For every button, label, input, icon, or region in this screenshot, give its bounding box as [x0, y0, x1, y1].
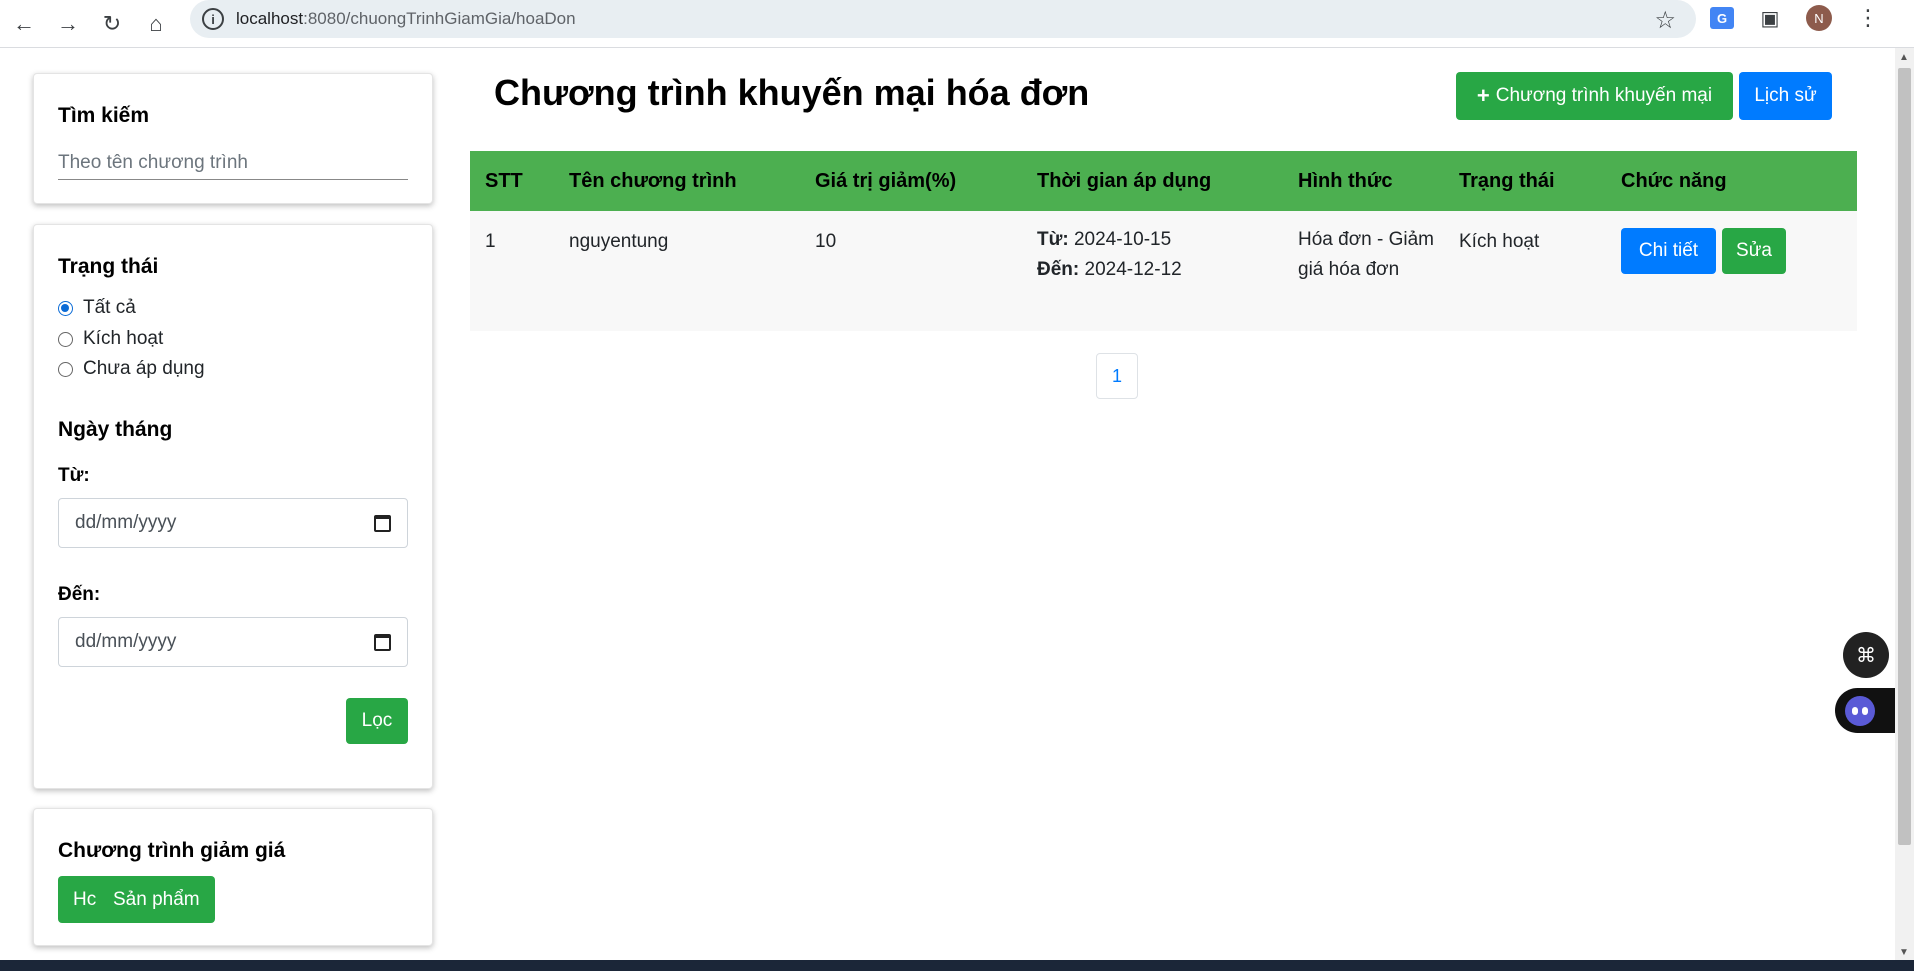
radio-status-not-applied[interactable]: Chưa áp dụng: [58, 358, 205, 380]
translate-icon[interactable]: G: [1710, 7, 1734, 29]
search-card: Tìm kiếm: [33, 73, 433, 204]
date-placeholder: dd/mm/yyyy: [75, 631, 177, 652]
to-date-label: Đến:: [1037, 259, 1080, 280]
header-type: Hình thức: [1298, 169, 1393, 192]
header-name: Tên chương trình: [569, 169, 737, 192]
cell-discount: 10: [815, 231, 837, 252]
cell-name: nguyentung: [569, 231, 669, 252]
calendar-icon[interactable]: [374, 633, 391, 651]
header-stt: STT: [485, 169, 523, 192]
promo-card: Chương trình giảm giá Hc Sản phẩm: [33, 808, 433, 946]
table-header: STT Tên chương trình Giá trị giảm(%) Thờ…: [470, 151, 1857, 211]
scrollbar[interactable]: ▲ ▼: [1895, 48, 1914, 960]
header-status: Trạng thái: [1459, 169, 1555, 192]
radio-status-active[interactable]: Kích hoạt: [58, 328, 163, 350]
extension-area: G ▣ N ⋮: [1710, 4, 1882, 32]
info-icon[interactable]: i: [202, 8, 224, 30]
header-discount: Giá trị giảm(%): [815, 169, 957, 192]
apps-grid-icon[interactable]: ⌘: [1843, 632, 1889, 678]
header-actions: Chức năng: [1621, 169, 1727, 192]
from-date-label: Từ:: [1037, 229, 1069, 250]
search-title: Tìm kiếm: [58, 104, 150, 127]
radio-button[interactable]: [58, 361, 73, 377]
history-button[interactable]: Lịch sử: [1739, 72, 1832, 120]
scroll-down-icon[interactable]: ▼: [1899, 947, 1909, 958]
back-icon[interactable]: ←: [2, 6, 46, 42]
cell-period: Từ: 2024-10-15 Đến: 2024-12-12: [1022, 225, 1283, 285]
url-text[interactable]: localhost:8080/chuongTrinhGiamGia/hoaDon: [236, 9, 576, 29]
cell-status: Kích hoạt: [1459, 231, 1540, 252]
from-date-input[interactable]: dd/mm/yyyy: [58, 498, 408, 548]
address-bar[interactable]: i localhost:8080/chuongTrinhGiamGia/hoaD…: [190, 0, 1696, 38]
table-row: 1 nguyentung 10 Từ: 2024-10-15 Đến: 2024…: [470, 211, 1857, 331]
forward-icon[interactable]: →: [46, 6, 90, 42]
browser-toolbar: ← → ↻ ⌂ i localhost:8080/chuongTrinhGiam…: [0, 0, 1914, 48]
plus-icon: +: [1476, 83, 1490, 108]
radio-button-checked[interactable]: [58, 300, 73, 316]
scroll-thumb[interactable]: [1898, 68, 1911, 845]
hidden-button-text: Hc: [73, 888, 97, 910]
product-button-label: Sản phẩm: [110, 888, 200, 911]
taskbar: [0, 960, 1914, 971]
status-title: Trạng thái: [58, 255, 159, 278]
to-label: Đến:: [58, 584, 101, 605]
url-host: localhost: [236, 9, 304, 28]
radio-label: Kích hoạt: [83, 328, 164, 349]
page-title: Chương trình khuyến mại hóa đơn: [494, 72, 1090, 113]
bot-face-icon: [1845, 695, 1875, 726]
pagination-page[interactable]: 1: [1096, 353, 1138, 399]
scroll-up-icon[interactable]: ▲: [1899, 52, 1909, 63]
kebab-menu-icon[interactable]: ⋮: [1854, 4, 1882, 32]
from-date-value: 2024-10-15: [1073, 229, 1172, 250]
add-promotion-label: Chương trình khuyến mại: [1495, 85, 1713, 106]
cell-type: Hóa đơn - Giảm giá hóa đơn: [1298, 229, 1435, 280]
radio-label: Chưa áp dụng: [83, 358, 205, 379]
header-period: Thời gian áp dụng: [1037, 169, 1212, 192]
star-icon[interactable]: ☆: [1654, 6, 1676, 35]
radio-button[interactable]: [58, 331, 73, 347]
reload-icon[interactable]: ↻: [90, 6, 134, 42]
radio-label: Tất cả: [83, 297, 136, 318]
edit-button[interactable]: Sửa: [1722, 228, 1786, 274]
avatar[interactable]: N: [1806, 5, 1832, 31]
search-input[interactable]: [58, 146, 408, 180]
date-title: Ngày tháng: [58, 418, 173, 441]
detail-button[interactable]: Chi tiết: [1621, 228, 1716, 274]
date-placeholder: dd/mm/yyyy: [75, 512, 177, 533]
filter-card: Trạng thái Tất cả Kích hoạt Chưa áp dụng…: [33, 224, 433, 789]
filter-button[interactable]: Lọc: [346, 698, 408, 744]
home-icon[interactable]: ⌂: [134, 6, 178, 42]
cell-actions: Chi tiết Sửa: [1606, 228, 1857, 274]
extensions-icon[interactable]: ▣: [1756, 4, 1784, 32]
calendar-icon[interactable]: [374, 514, 391, 532]
to-date-value: 2024-12-12: [1084, 259, 1182, 280]
product-button[interactable]: Hc Sản phẩm: [58, 876, 215, 923]
url-path: :8080/chuongTrinhGiamGia/hoaDon: [303, 9, 576, 28]
to-date-input[interactable]: dd/mm/yyyy: [58, 617, 408, 667]
radio-status-all[interactable]: Tất cả: [58, 297, 136, 319]
from-label: Từ:: [58, 465, 90, 486]
add-promotion-button[interactable]: + Chương trình khuyến mại: [1456, 72, 1733, 120]
promo-title: Chương trình giảm giá: [58, 839, 286, 862]
cell-stt: 1: [485, 231, 496, 252]
promotion-table: STT Tên chương trình Giá trị giảm(%) Thờ…: [470, 151, 1857, 331]
